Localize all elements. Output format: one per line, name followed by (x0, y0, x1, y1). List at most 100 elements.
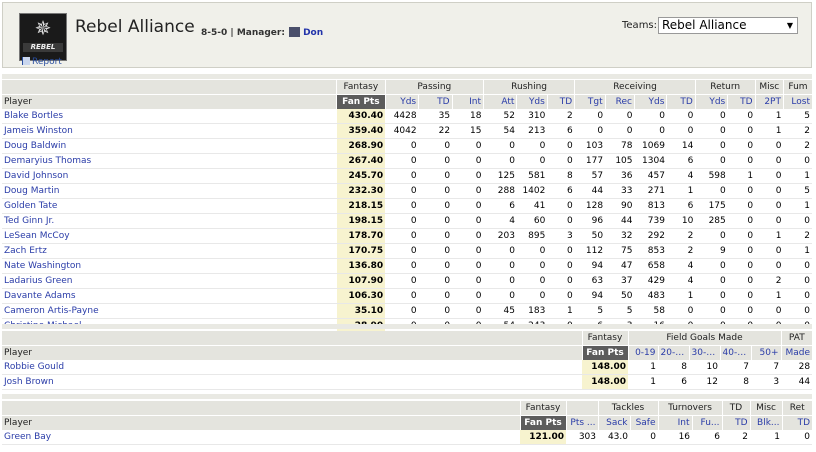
stat-cell: 0 (755, 153, 784, 169)
col-rec-yds[interactable]: Yds (633, 94, 667, 109)
report-link[interactable]: Report (22, 57, 62, 67)
group-blank (2, 401, 520, 416)
stat-cell: 0 (727, 228, 756, 244)
col-rec-tgt[interactable]: Tgt (574, 94, 606, 109)
col-fg-30-39[interactable]: 30-39 (688, 345, 720, 360)
col-rush-yds[interactable]: Yds (516, 94, 548, 109)
player-name-link[interactable]: Doug Martin (2, 183, 337, 199)
stat-cell: 78 (605, 138, 635, 154)
stat-cell: 0 (547, 288, 575, 304)
stat-cell: 0 (418, 288, 453, 304)
player-name-link[interactable]: Cameron Artis-Payne (2, 303, 337, 319)
col-fg-20-29[interactable]: 20-29 (657, 345, 689, 360)
table-row: David Johnson 245.70 0 0 0 125 581 8 57 36 457 4 598… (2, 168, 812, 184)
player-name-link[interactable]: Golden Tate (2, 198, 337, 214)
player-name-link[interactable]: Nate Washington (2, 258, 337, 274)
stat-cell: 0 (755, 168, 784, 184)
group-fantasy: Fantasy (519, 401, 566, 416)
stat-cell: 1 (666, 183, 696, 199)
stat-cell: 1 (755, 288, 784, 304)
stat-cell: 0 (547, 243, 575, 259)
stat-cell: 44 (605, 213, 635, 229)
player-name-link[interactable]: Zach Ertz (2, 243, 337, 259)
col-pass-td[interactable]: TD (418, 94, 453, 109)
stat-cell: 1069 (634, 138, 667, 154)
stat-cell: 10 (666, 213, 696, 229)
col-rush-td[interactable]: TD (546, 94, 575, 109)
stat-cell: 6 (658, 374, 689, 390)
stat-cell: 0 (666, 109, 696, 124)
col-ret-td[interactable]: TD (727, 94, 756, 109)
col-fumble-rec[interactable]: Fu... (691, 415, 723, 430)
stat-cell: 112 (574, 243, 606, 259)
stat-cell: 1 (666, 288, 696, 304)
col-def-td[interactable]: TD (721, 415, 751, 430)
stat-cell: 47 (605, 258, 635, 274)
table-row: Golden Tate 218.15 0 0 0 6 41 0 128 90 813 6 175 0 0 1 (2, 198, 812, 214)
table-row: Doug Martin 232.30 0 0 0 288 1402 6 44 33 271 1 0 0 0 5 (2, 183, 812, 199)
col-pass-yds[interactable]: Yds (384, 94, 419, 109)
player-name-link[interactable]: Robbie Gould (2, 360, 582, 375)
col-fan-pts-sort[interactable]: Fan Pts (581, 345, 628, 360)
stat-cell: 0 (695, 288, 728, 304)
fantasy-points-cell: 232.30 (336, 183, 386, 199)
player-name-link[interactable]: Blake Bortles (2, 109, 337, 124)
stat-cell: 0 (385, 243, 419, 259)
player-name-link[interactable]: Demaryius Thomas (2, 153, 337, 169)
player-name-link[interactable]: Ted Ginn Jr. (2, 213, 337, 229)
col-pat-made[interactable]: Made (780, 345, 813, 360)
col-ret-yds[interactable]: Yds (694, 94, 728, 109)
fantasy-points-cell: 268.90 (336, 138, 386, 154)
col-ret-td[interactable]: TD (781, 415, 813, 430)
col-misc-2pt[interactable]: 2PT (754, 94, 784, 109)
player-name-link[interactable]: LeSean McCoy (2, 228, 337, 244)
col-pass-int[interactable]: Int (451, 94, 484, 109)
group-fantasy: Fantasy (581, 331, 628, 346)
stat-cell: 0 (418, 258, 453, 274)
stat-cell: 0 (695, 228, 728, 244)
player-name-link[interactable]: Green Bay (2, 430, 520, 445)
player-name-link[interactable]: Davante Adams (2, 288, 337, 304)
player-name-link[interactable]: Doug Baldwin (2, 138, 337, 154)
stat-cell: 4 (666, 273, 696, 289)
col-pts-allowed[interactable]: Pts ... (565, 415, 598, 430)
col-fg-0-19[interactable]: 0-19 (627, 345, 658, 360)
fantasy-points-cell: 178.70 (336, 228, 386, 244)
teams-select[interactable]: Rebel Alliance ▼ (658, 17, 798, 34)
col-player: Player (2, 345, 582, 360)
stat-cell: 94 (574, 288, 606, 304)
stat-cell: 44 (574, 183, 606, 199)
col-fg-40-49[interactable]: 40-49 (719, 345, 751, 360)
player-name-link[interactable]: Josh Brown (2, 374, 582, 390)
col-fum-lost[interactable]: Lost (782, 94, 812, 109)
stat-cell: 5 (783, 183, 812, 199)
col-blocked[interactable]: Blk... (749, 415, 783, 430)
stat-cell: 0 (755, 138, 784, 154)
col-safety[interactable]: Safe (629, 415, 659, 430)
col-fan-pts-sort[interactable]: Fan Pts (336, 94, 386, 109)
col-int[interactable]: Int (657, 415, 693, 430)
stat-cell: 0 (695, 303, 728, 319)
manager-link[interactable]: Don (303, 28, 323, 38)
stat-cell: 1 (755, 109, 784, 124)
player-name-link[interactable]: Jameis Winston (2, 123, 337, 139)
stat-cell: 94 (574, 258, 606, 274)
stat-cell: 739 (634, 213, 667, 229)
group-header-row: Fantasy Tackles Turnovers TD Misc Ret (2, 401, 813, 416)
stat-cell: 0 (483, 258, 517, 274)
col-fg-50-plus[interactable]: 50+ (750, 345, 782, 360)
stat-cell: 0 (452, 213, 484, 229)
player-name-link[interactable]: David Johnson (2, 168, 337, 184)
player-name-link[interactable]: Ladarius Green (2, 273, 337, 289)
col-sack[interactable]: Sack (597, 415, 630, 430)
col-rec-td[interactable]: TD (666, 94, 696, 109)
fantasy-points-cell: 136.80 (336, 258, 386, 274)
col-rush-att[interactable]: Att (482, 94, 517, 109)
stat-cell: 2 (547, 109, 575, 124)
stat-cell: 310 (516, 109, 548, 124)
stat-cell: 0 (783, 213, 812, 229)
stat-cell: 0 (666, 123, 696, 139)
col-rec-rec[interactable]: Rec (604, 94, 635, 109)
stat-cell: 0 (783, 273, 812, 289)
col-fan-pts-sort[interactable]: Fan Pts (519, 415, 566, 430)
